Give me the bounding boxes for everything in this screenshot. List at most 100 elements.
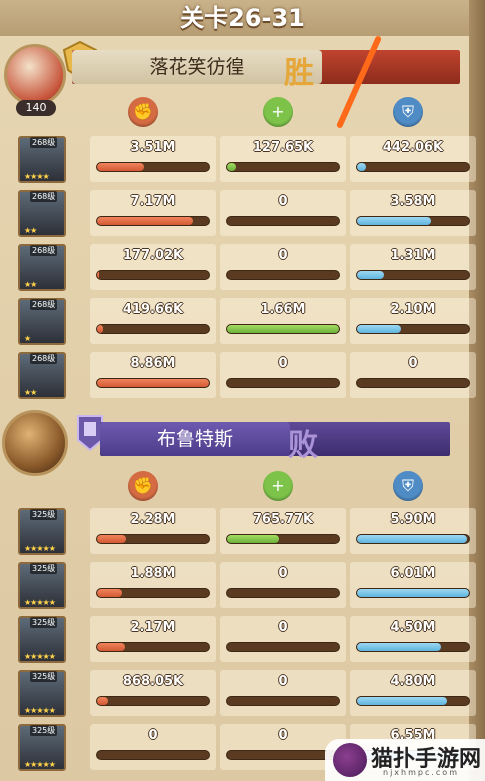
heal-bar-fill: [227, 535, 279, 543]
dmg-bar-fill: [97, 589, 122, 597]
heal-bar: [226, 534, 340, 544]
heal-value: 765.77K: [252, 512, 314, 527]
shield-bar-fill: [357, 643, 441, 651]
shield-bar: [356, 324, 470, 334]
dmg-bar-fill: [97, 217, 194, 225]
team-1-result: 胜: [284, 56, 314, 91]
shield-stat-cell: 4.50M: [350, 616, 476, 662]
team-2-stat-icons: ✊ + ⛨: [88, 468, 478, 504]
shield-value: 4.80M: [390, 674, 436, 689]
shield-stat-cell: 1.31M: [350, 244, 476, 290]
heal-value: 0: [278, 566, 288, 581]
shield-value: 442.06K: [382, 140, 444, 155]
team-2-banner: 布鲁特斯 败: [100, 422, 450, 463]
hero-level-label: 325级: [30, 563, 58, 574]
heal-bar: [226, 378, 340, 388]
shield-bar-fill: [357, 589, 469, 597]
dmg-value: 8.86M: [130, 356, 176, 371]
hero-level-label: 325级: [30, 725, 58, 736]
dmg-bar: [96, 534, 210, 544]
heal-stat-cell: 0: [220, 352, 346, 398]
dmg-value: 1.88M: [130, 566, 176, 581]
dmg-stat-cell: 868.05K: [90, 670, 216, 716]
hero-stars: ★★: [24, 280, 37, 289]
hero-stars: ★: [24, 334, 31, 343]
heal-stat-cell: 0: [220, 616, 346, 662]
shield-bar: [356, 642, 470, 652]
heal-bar: [226, 162, 340, 172]
hero-level-label: 268级: [30, 299, 58, 310]
dmg-stat-cell: 2.28M: [90, 508, 216, 554]
shield-bar: [356, 588, 470, 598]
heal-value: 0: [278, 248, 288, 263]
stage-title: 关卡26-31: [180, 4, 305, 32]
fist-icon: ✊: [128, 471, 158, 501]
hero-stars: ★★★★★: [24, 760, 56, 769]
heal-bar: [226, 696, 340, 706]
heal-bar: [226, 750, 340, 760]
heal-plus-icon: +: [263, 97, 293, 127]
dmg-value: 7.17M: [130, 194, 176, 209]
hero-stars: ★★★★: [24, 172, 50, 181]
heal-value: 0: [278, 728, 288, 743]
shield-bar-fill: [357, 697, 447, 705]
dmg-bar-fill: [97, 379, 209, 387]
hero-stat-row: 325级 ★★★★★ 1.88M 0 6.01M: [0, 560, 476, 610]
hero-stat-row: 325级 ★★★★★ 2.28M 765.77K 5.90M: [0, 506, 476, 556]
shield-stat-cell: 2.10M: [350, 298, 476, 344]
dmg-value: 0: [148, 728, 158, 743]
team-2-hero-avatar[interactable]: [2, 410, 68, 476]
shield-bar-fill: [357, 325, 401, 333]
shield-bar-fill: [357, 217, 431, 225]
shield-bar: [356, 270, 470, 280]
shield-value: 0: [408, 356, 418, 371]
heal-value: 0: [278, 674, 288, 689]
heal-stat-cell: 127.65K: [220, 136, 346, 182]
dmg-stat-cell: 419.66K: [90, 298, 216, 344]
shield-value: 1.31M: [390, 248, 436, 263]
heal-stat-cell: 0: [220, 562, 346, 608]
team-1-hero-avatar[interactable]: [4, 44, 66, 106]
hero-stars: ★★★★★: [24, 544, 56, 553]
hero-level-label: 268级: [30, 191, 58, 202]
team-1-banner: 落花笑彷徨 胜: [72, 50, 460, 91]
hero-stat-row: 325级 ★★★★★ 2.17M 0 4.50M: [0, 614, 476, 664]
dmg-bar: [96, 696, 210, 706]
shield-value: 6.01M: [390, 566, 436, 581]
dmg-bar-fill: [97, 643, 125, 651]
heal-bar-fill: [227, 163, 236, 171]
hero-level-label: 325级: [30, 509, 58, 520]
dmg-stat-cell: 0: [90, 724, 216, 770]
dmg-bar: [96, 378, 210, 388]
team-1-hero-level: 140: [16, 100, 56, 116]
dmg-value: 177.02K: [122, 248, 184, 263]
shield-value: 5.90M: [390, 512, 436, 527]
dmg-bar-fill: [97, 535, 127, 543]
dmg-bar-fill: [97, 697, 109, 705]
shield-stat-cell: 6.01M: [350, 562, 476, 608]
watermark-url: njxhmpc.com: [383, 768, 459, 777]
hero-stars: ★★: [24, 226, 37, 235]
team-2-result: 败: [288, 428, 318, 463]
dmg-stat-cell: 7.17M: [90, 190, 216, 236]
dmg-bar: [96, 750, 210, 760]
dmg-bar: [96, 588, 210, 598]
dmg-value: 419.66K: [122, 302, 184, 317]
dmg-bar-fill: [97, 271, 100, 279]
heal-bar-fill: [227, 325, 339, 333]
dmg-bar-fill: [97, 325, 103, 333]
shield-bar: [356, 696, 470, 706]
shield-bar: [356, 162, 470, 172]
dmg-stat-cell: 1.88M: [90, 562, 216, 608]
shield-value: 2.10M: [390, 302, 436, 317]
shield-bar: [356, 534, 470, 544]
heal-plus-icon: +: [263, 471, 293, 501]
dmg-bar: [96, 216, 210, 226]
heal-value: 127.65K: [252, 140, 314, 155]
shield-stat-cell: 0: [350, 352, 476, 398]
team-2-name: 布鲁特斯: [100, 422, 290, 456]
shield-stat-cell: 5.90M: [350, 508, 476, 554]
dmg-bar: [96, 162, 210, 172]
hero-level-label: 325级: [30, 617, 58, 628]
heal-bar: [226, 270, 340, 280]
